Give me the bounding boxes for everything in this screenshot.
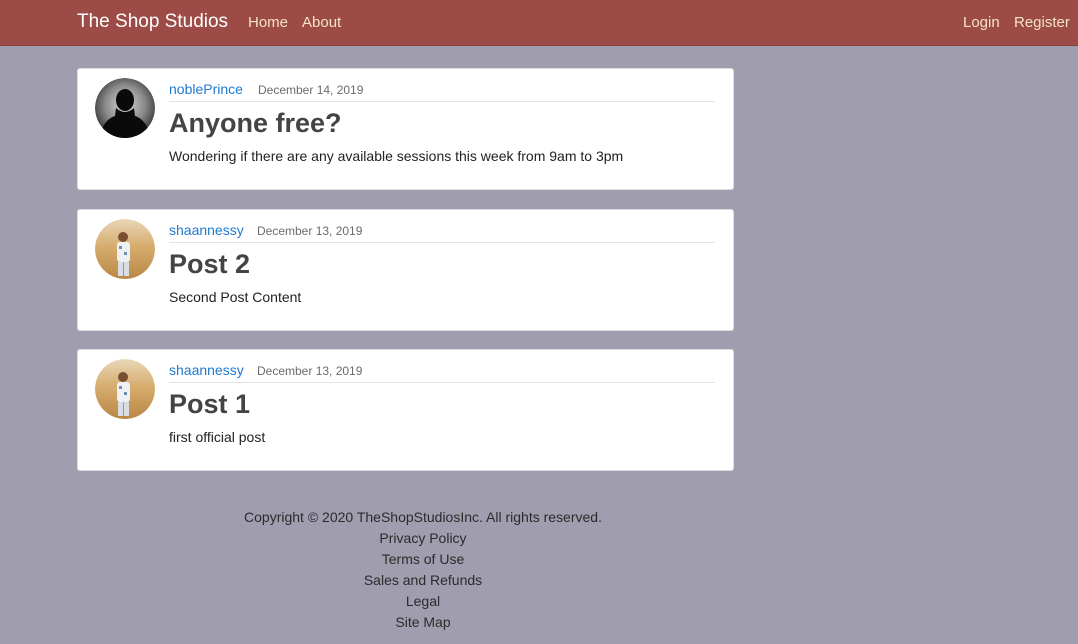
post-meta: shaannessy December 13, 2019 — [169, 222, 715, 243]
post-card: noblePrince December 14, 2019 Anyone fre… — [77, 68, 734, 190]
post-meta: shaannessy December 13, 2019 — [169, 362, 715, 383]
post-date: December 14, 2019 — [258, 83, 364, 97]
nav-home-link[interactable]: Home — [248, 14, 288, 32]
footer-link-site-map[interactable]: Site Map — [0, 612, 846, 633]
author-avatar — [95, 219, 155, 279]
top-navbar: The Shop Studios Home About Login Regist… — [0, 0, 1078, 46]
author-avatar — [95, 78, 155, 138]
nav-register-link[interactable]: Register — [1014, 14, 1070, 32]
footer-link-sales-and-refunds[interactable]: Sales and Refunds — [0, 570, 846, 591]
silhouette-avatar-icon — [95, 78, 155, 138]
post-date: December 13, 2019 — [257, 364, 363, 378]
post-title-link[interactable]: Anyone free? — [169, 107, 342, 139]
footer-link-terms-of-use[interactable]: Terms of Use — [0, 549, 846, 570]
post-date: December 13, 2019 — [257, 224, 363, 238]
post-title-link[interactable]: Post 1 — [169, 388, 250, 420]
post-card: shaannessy December 13, 2019 Post 1 firs… — [77, 349, 734, 471]
post-content: first official post — [169, 429, 266, 445]
nav-about-link[interactable]: About — [302, 14, 341, 32]
post-card: shaannessy December 13, 2019 Post 2 Seco… — [77, 209, 734, 331]
nav-login-link[interactable]: Login — [963, 14, 1000, 32]
post-meta: noblePrince December 14, 2019 — [169, 81, 715, 102]
author-avatar — [95, 359, 155, 419]
brand-logo-link[interactable]: The Shop Studios — [77, 11, 228, 33]
post-title-link[interactable]: Post 2 — [169, 248, 250, 280]
footer-copyright: Copyright © 2020 TheShopStudiosInc. All … — [244, 509, 602, 525]
post-author-link[interactable]: shaannessy — [169, 222, 244, 238]
photo-avatar-icon — [95, 359, 155, 419]
post-author-link[interactable]: shaannessy — [169, 362, 244, 378]
post-content: Wondering if there are any available ses… — [169, 148, 624, 164]
post-author-link[interactable]: noblePrince — [169, 81, 243, 97]
photo-avatar-icon — [95, 219, 155, 279]
footer-link-privacy-policy[interactable]: Privacy Policy — [0, 528, 846, 549]
post-content: Second Post Content — [169, 289, 302, 305]
footer-link-legal[interactable]: Legal — [0, 591, 846, 612]
page-footer: Copyright © 2020 TheShopStudiosInc. All … — [0, 507, 846, 633]
